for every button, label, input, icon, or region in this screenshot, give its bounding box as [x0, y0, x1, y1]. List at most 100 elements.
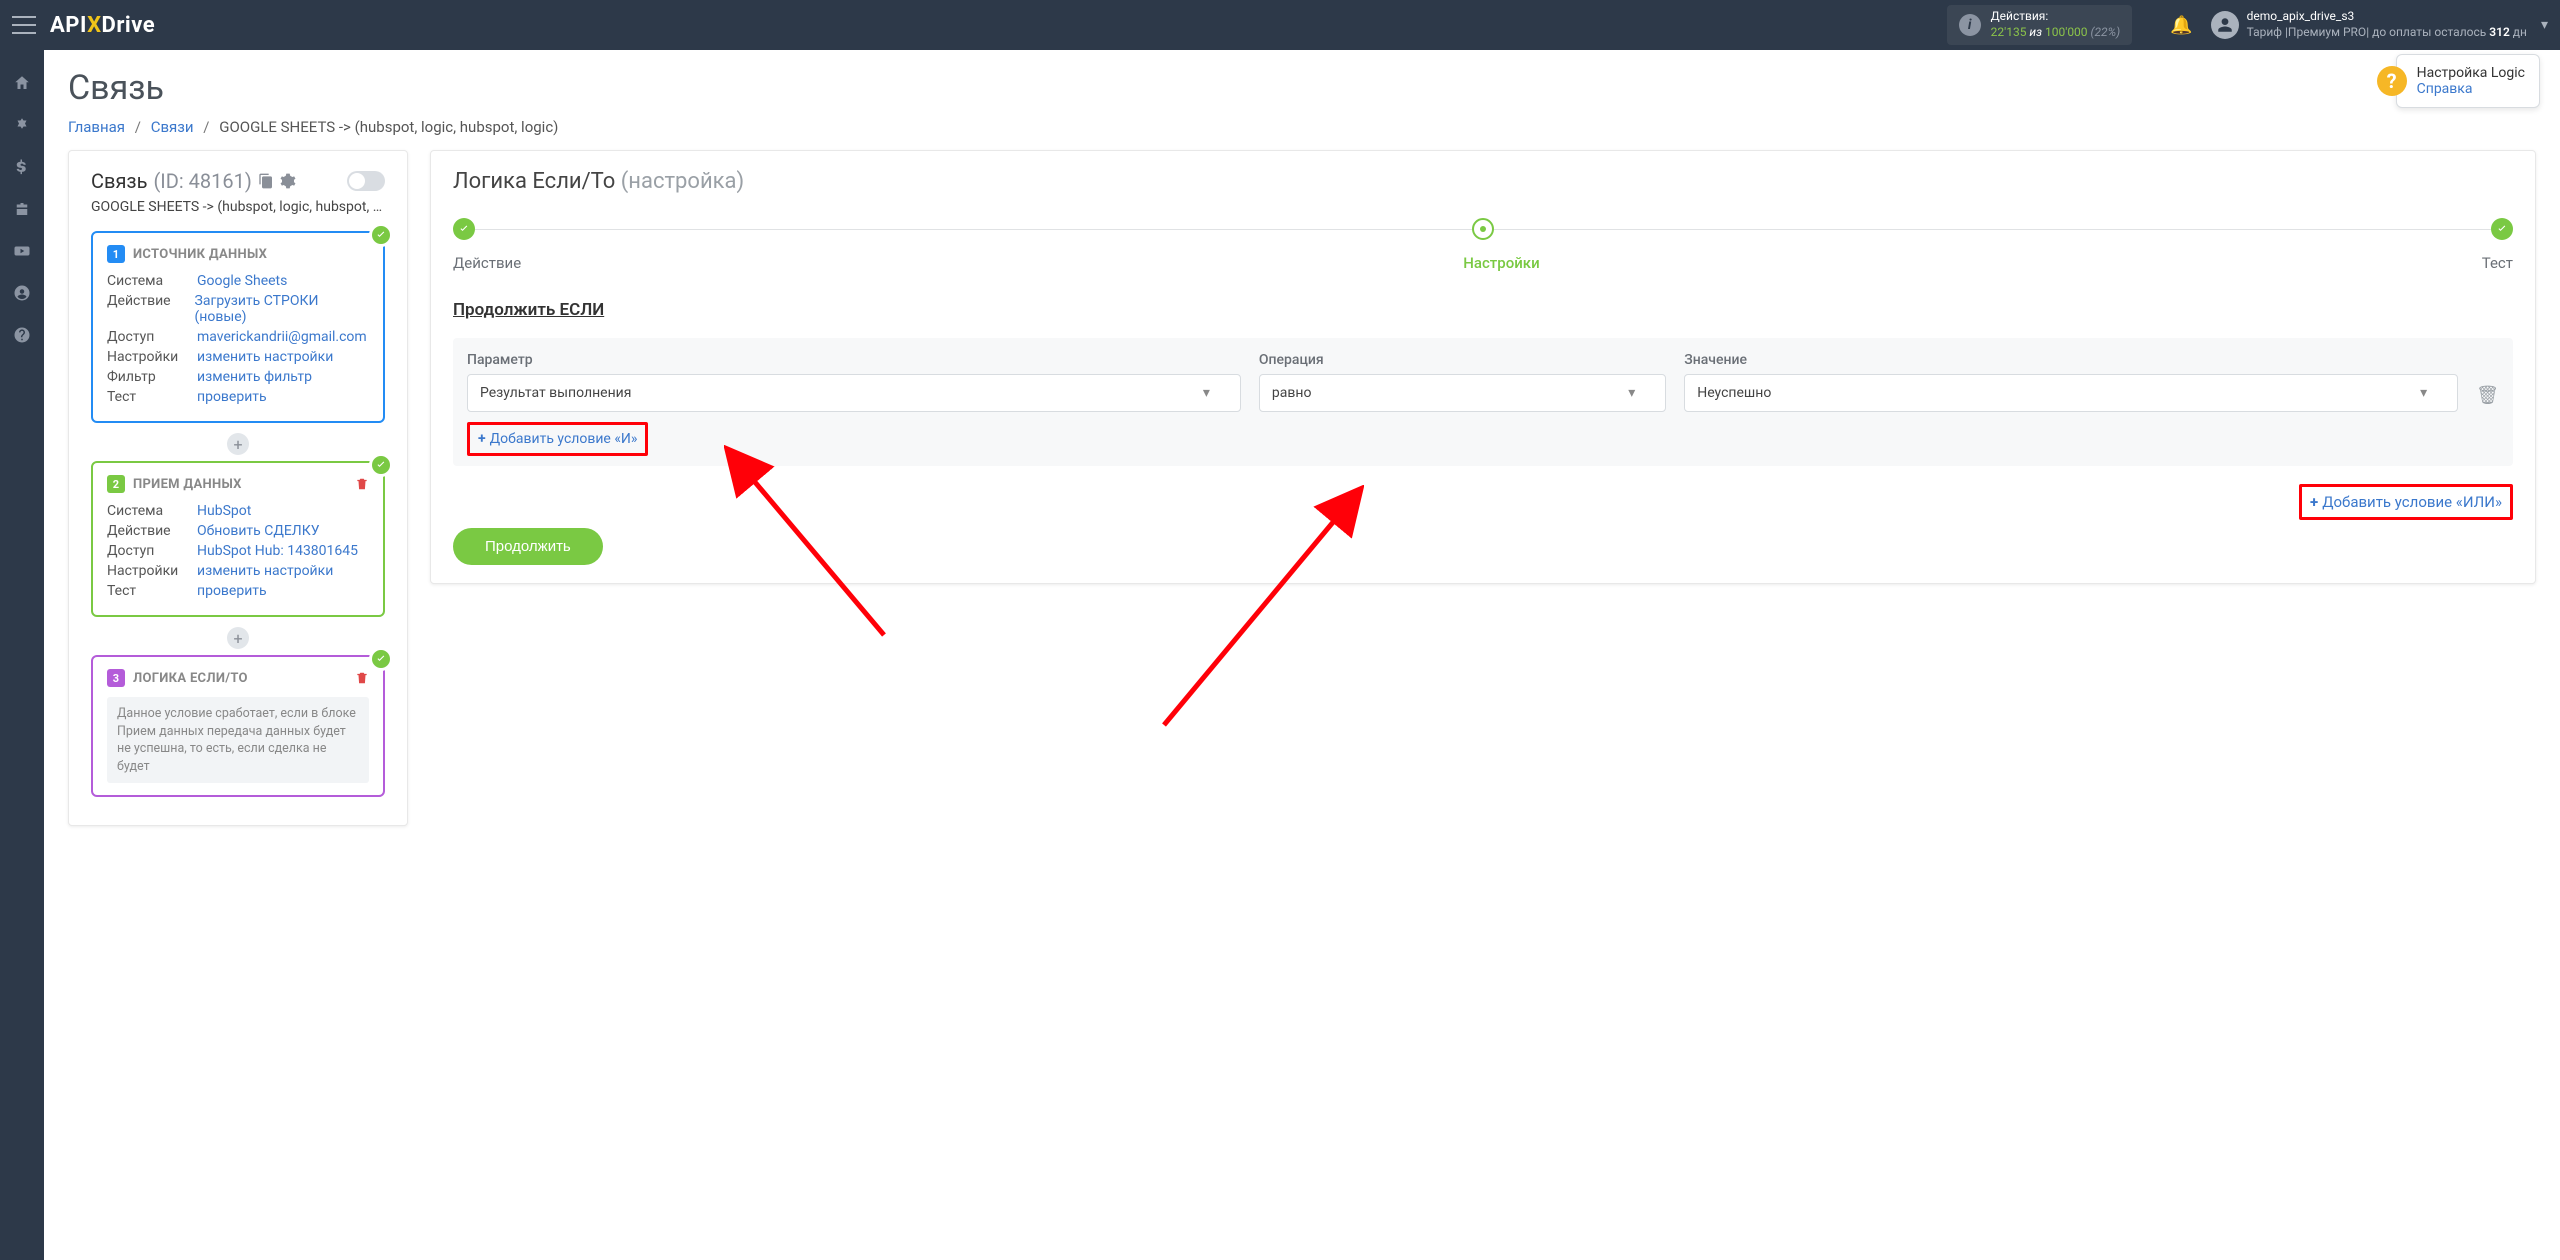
nav-youtube[interactable]: [0, 230, 44, 272]
user-info: demo_apix_drive_s3 Тариф |Премиум PRO| д…: [2247, 9, 2527, 40]
row-value[interactable]: изменить фильтр: [197, 369, 312, 385]
copy-icon[interactable]: [258, 173, 274, 189]
breadcrumb: Главная / Связи / GOOGLE SHEETS -> (hubs…: [68, 118, 2536, 136]
help-title: Настройка Logic: [2417, 65, 2525, 81]
actions-current: 22'135: [1991, 25, 2027, 39]
tariff-suffix: | до оплаты осталось: [2366, 25, 2489, 39]
row-key: Настройки: [107, 349, 197, 365]
stepper: [453, 218, 2513, 240]
add-and-label: Добавить условие «И»: [490, 431, 638, 447]
label-operation: Операция: [1259, 352, 1666, 368]
row-value[interactable]: Загрузить СТРОКИ (новые): [195, 293, 369, 325]
step-action-dot[interactable]: [453, 218, 475, 240]
help-link[interactable]: Справка: [2417, 81, 2473, 97]
nav-billing[interactable]: [0, 146, 44, 188]
row-value[interactable]: HubSpot: [197, 503, 251, 519]
row-key: Доступ: [107, 543, 197, 559]
row-value[interactable]: изменить настройки: [197, 349, 333, 365]
row-key: Действие: [107, 293, 195, 325]
card-dest-title: ПРИЕМ ДАННЫХ: [133, 477, 242, 492]
delete-condition-button[interactable]: 🗑: [2476, 385, 2499, 406]
chevron-down-icon: ▾: [2420, 385, 2427, 401]
row-value[interactable]: проверить: [197, 389, 267, 405]
logic-panel: Логика Если/То (настройка) Действие Наст…: [430, 150, 2536, 584]
connection-panel: Связь (ID: 48161) GOOGLE SHEETS -> (hubs…: [68, 150, 408, 826]
select-param[interactable]: Результат выполнения ▾: [467, 374, 1241, 412]
add-or-label: Добавить условие «ИЛИ»: [2322, 493, 2502, 511]
card-dest-number: 2: [107, 475, 125, 493]
row-value[interactable]: maverickandrii@gmail.com: [197, 329, 367, 345]
nav-links[interactable]: [0, 104, 44, 146]
check-icon: [369, 223, 393, 247]
step-label-test[interactable]: Тест: [2482, 254, 2513, 272]
logo-prefix: API: [50, 13, 87, 38]
add-or-condition-button[interactable]: + Добавить условие «ИЛИ»: [2299, 484, 2513, 520]
card-logic: 3ЛОГИКА ЕСЛИ/ТО Данное условие сработает…: [91, 655, 385, 797]
row-value[interactable]: проверить: [197, 583, 267, 599]
card-row: Настройкиизменить настройки: [107, 563, 369, 579]
tariff-days: 312: [2489, 25, 2510, 39]
nav-briefcase[interactable]: [0, 188, 44, 230]
row-value[interactable]: Обновить СДЕЛКУ: [197, 523, 320, 539]
tariff-prefix: Тариф |: [2247, 25, 2288, 39]
connection-toggle[interactable]: [347, 171, 385, 191]
row-key: Доступ: [107, 329, 197, 345]
step-label-settings[interactable]: Настройки: [1463, 254, 1539, 272]
add-and-condition-button[interactable]: + Добавить условие «И»: [467, 422, 648, 456]
add-step-button[interactable]: +: [227, 433, 249, 455]
breadcrumb-current: GOOGLE SHEETS -> (hubspot, logic, hubspo…: [219, 118, 558, 136]
select-operation[interactable]: равно ▾: [1259, 374, 1666, 412]
actions-counter[interactable]: i Действия: 22'135 из 100'000 (22%): [1947, 5, 2133, 44]
logo-x: X: [87, 13, 101, 38]
sidenav: [0, 50, 44, 1260]
row-key: Тест: [107, 389, 197, 405]
nav-home[interactable]: [0, 62, 44, 104]
card-row: Фильтризменить фильтр: [107, 369, 369, 385]
topbar: APIXDrive i Действия: 22'135 из 100'000 …: [0, 0, 2560, 50]
info-icon: i: [1959, 14, 1981, 36]
select-value[interactable]: Неуспешно ▾: [1684, 374, 2458, 412]
row-key: Фильтр: [107, 369, 197, 385]
avatar-icon: [2211, 11, 2239, 39]
row-key: Настройки: [107, 563, 197, 579]
chevron-down-icon[interactable]: ▾: [2541, 17, 2548, 33]
row-key: Действие: [107, 523, 197, 539]
user-name: demo_apix_drive_s3: [2247, 9, 2527, 25]
nav-help[interactable]: [0, 314, 44, 356]
row-value[interactable]: изменить настройки: [197, 563, 333, 579]
select-value-value: Неуспешно: [1697, 385, 1771, 401]
content: ? Настройка Logic Справка Связь Главная …: [44, 50, 2560, 1260]
card-row: Доступmaverickandrii@gmail.com: [107, 329, 369, 345]
continue-button[interactable]: Продолжить: [453, 528, 603, 565]
step-test-dot[interactable]: [2491, 218, 2513, 240]
logo[interactable]: APIXDrive: [50, 13, 155, 38]
row-value[interactable]: HubSpot Hub: 143801645: [197, 543, 358, 559]
user-menu[interactable]: demo_apix_drive_s3 Тариф |Премиум PRO| д…: [2211, 9, 2527, 40]
breadcrumb-home[interactable]: Главная: [68, 118, 125, 136]
trash-icon[interactable]: [355, 477, 369, 491]
card-logic-description: Данное условие сработает, если в блоке П…: [107, 697, 369, 783]
card-source-number: 1: [107, 245, 125, 263]
step-label-action[interactable]: Действие: [453, 254, 521, 272]
nav-account[interactable]: [0, 272, 44, 314]
help-text: Настройка Logic Справка: [2417, 65, 2525, 97]
actions-label: Действия:: [1991, 9, 2121, 25]
label-param: Параметр: [467, 352, 1241, 368]
card-row: Тестпроверить: [107, 583, 369, 599]
card-row: ДействиеЗагрузить СТРОКИ (новые): [107, 293, 369, 325]
help-popover[interactable]: ? Настройка Logic Справка: [2396, 54, 2540, 108]
connection-heading: Связь: [91, 169, 147, 193]
trash-icon[interactable]: [355, 671, 369, 685]
hamburger-menu[interactable]: [12, 16, 36, 34]
tariff-name: Премиум PRO: [2288, 25, 2366, 39]
select-param-value: Результат выполнения: [480, 385, 631, 401]
bell-icon[interactable]: 🔔: [2170, 15, 2192, 36]
step-settings-dot[interactable]: [1472, 218, 1494, 240]
page-title: Связь: [68, 68, 2536, 108]
add-step-button[interactable]: +: [227, 627, 249, 649]
gear-icon[interactable]: [280, 173, 296, 189]
breadcrumb-links[interactable]: Связи: [151, 118, 194, 136]
card-row: ДоступHubSpot Hub: 143801645: [107, 543, 369, 559]
card-destination: 2ПРИЕМ ДАННЫХ СистемаHubSpotДействиеОбно…: [91, 461, 385, 617]
row-value[interactable]: Google Sheets: [197, 273, 287, 289]
